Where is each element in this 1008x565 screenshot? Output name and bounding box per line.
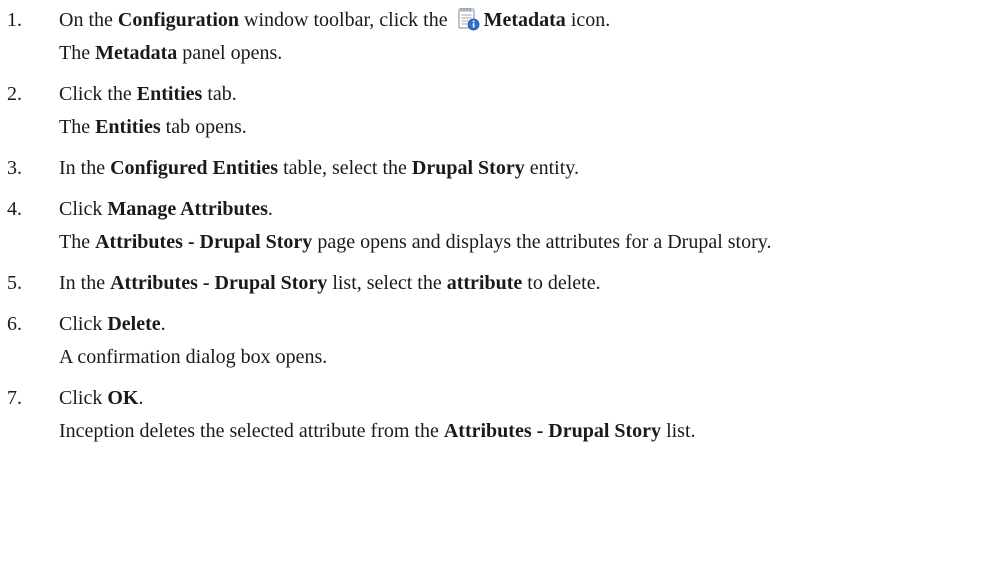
step-text: Click OK. [59, 385, 143, 411]
text-run: . [267, 198, 273, 220]
text-run: Click the [59, 83, 137, 105]
text-run: tab. [202, 83, 237, 105]
text-run: entity. [524, 157, 579, 179]
ui-term: Metadata [95, 42, 178, 64]
step-result: The Attributes - Drupal Story page opens… [59, 229, 771, 255]
text-run: . [160, 313, 166, 335]
text-run: . [138, 387, 144, 409]
text-run: In the [59, 272, 111, 294]
text-run: Click [59, 198, 108, 220]
step-number: 5. [7, 272, 22, 294]
ui-term: Attributes - Drupal Story [95, 231, 313, 253]
text-run: tab opens. [160, 116, 247, 138]
text-run: icon. [565, 9, 611, 31]
step-result: The Metadata panel opens. [59, 40, 282, 66]
ui-term: Entities [136, 83, 203, 105]
text-run: list, select the [327, 272, 447, 294]
ui-term: OK [107, 387, 139, 409]
text-run: to delete. [522, 272, 601, 294]
step-number: 7. [7, 387, 22, 409]
step-text: On the Configuration window toolbar, cli… [59, 7, 610, 33]
step-text: Click Manage Attributes. [59, 196, 273, 222]
text-run: page opens and displays the attributes f… [312, 231, 772, 253]
text-run: In the [59, 157, 111, 179]
text-run: list. [661, 420, 696, 442]
ui-term: Configuration [117, 9, 240, 31]
text-run: The [59, 116, 96, 138]
ui-term: attribute [446, 272, 523, 294]
step-text: In the Attributes - Drupal Story list, s… [59, 270, 601, 296]
metadata-icon [456, 7, 480, 31]
ui-term: Manage Attributes [107, 198, 268, 220]
ui-term: Drupal Story [411, 157, 525, 179]
step-text: In the Configured Entities table, select… [59, 155, 579, 181]
step-number: 2. [7, 83, 22, 105]
text-run: table, select the [278, 157, 412, 179]
step-number: 1. [7, 9, 22, 31]
text-run: On the [59, 9, 118, 31]
step-result: Inception deletes the selected attribute… [59, 418, 696, 444]
text-run: Click [59, 387, 108, 409]
text-run: Inception deletes the selected attribute… [59, 420, 444, 442]
text-run: The [59, 42, 96, 64]
step-number: 3. [7, 157, 22, 179]
step-number: 4. [7, 198, 22, 220]
ui-term: Delete [107, 313, 161, 335]
ui-term: Configured Entities [110, 157, 279, 179]
procedure-document: 1. On the Configuration window toolbar, … [0, 0, 1008, 565]
text-run: panel opens. [177, 42, 283, 64]
text-run: The [59, 231, 96, 253]
ui-term: Entities [95, 116, 161, 138]
step-number: 6. [7, 313, 22, 335]
step-result: The Entities tab opens. [59, 114, 247, 140]
text-run: window toolbar, click the [239, 9, 453, 31]
step-text: Click Delete. [59, 311, 166, 337]
text-run: Click [59, 313, 108, 335]
step-text: Click the Entities tab. [59, 81, 237, 107]
step-result: A confirmation dialog box opens. [59, 346, 328, 368]
ui-term: Attributes - Drupal Story [110, 272, 328, 294]
ui-term: Metadata [483, 9, 566, 31]
ui-term: Attributes - Drupal Story [443, 420, 662, 442]
